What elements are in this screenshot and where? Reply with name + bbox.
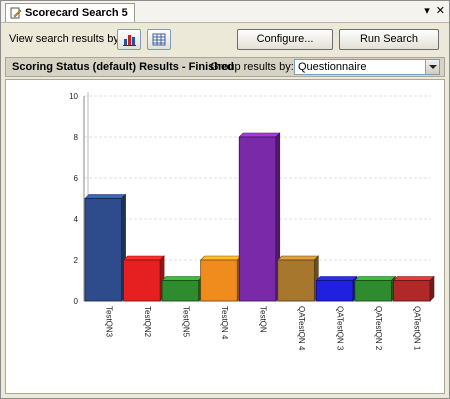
scorecard-window: Scorecard Search 5 ▾ ✕ View search resul… [0, 0, 450, 399]
chart-view-button[interactable] [117, 29, 141, 50]
bar [161, 280, 200, 302]
bar-top [84, 194, 127, 199]
dropdown-arrow-icon[interactable]: ▾ [424, 4, 430, 17]
bar-top [238, 132, 281, 138]
bar-side [429, 275, 435, 302]
view-by-label: View search results by: [9, 33, 122, 45]
document-pencil-icon [10, 7, 22, 19]
close-icon[interactable]: ✕ [436, 4, 445, 17]
tab-scorecard-search[interactable]: Scorecard Search 5 [5, 3, 135, 22]
bar-top [315, 276, 358, 281]
bar-chart-icon [123, 35, 136, 46]
run-search-button[interactable]: Run Search [339, 29, 439, 50]
x-tick-label: TestQN3 [104, 306, 113, 338]
y-tick-label: 4 [74, 215, 79, 224]
bar-top [277, 255, 320, 261]
bar [354, 280, 392, 302]
bar [200, 259, 238, 302]
bar-top [161, 276, 204, 281]
grid-table-icon [152, 33, 166, 46]
x-tick-label: TestQN5 [181, 306, 190, 338]
toolbar: View search results by: Configure... Run… [5, 27, 445, 51]
tab-title: Scorecard Search 5 [25, 7, 128, 19]
x-tick-label: QATestQN 4 [297, 306, 306, 351]
chevron-down-icon[interactable] [425, 60, 439, 74]
bar-chart: 0 2 4 6 8 10 TestQN3 TestQN2 TestQN5 TestQN 4 Test… [69, 92, 435, 351]
bar-top [122, 255, 165, 261]
bar [315, 280, 354, 302]
y-tick-label: 2 [74, 256, 79, 265]
configure-button[interactable]: Configure... [237, 29, 333, 50]
x-tick-label: TestQN2 [143, 306, 152, 338]
x-tick-label: QATestQN 1 [413, 306, 422, 351]
chart-panel: 0 2 4 6 8 10 TestQN3 TestQN2 TestQN5 TestQN 4 Test… [5, 79, 445, 394]
results-header: Scoring Status (default) Results - Finis… [5, 57, 445, 77]
y-tick-label: 0 [74, 297, 79, 306]
bar-top [199, 255, 242, 261]
grid-view-button[interactable] [147, 29, 171, 50]
x-tick-label: QATestQN 2 [374, 306, 383, 351]
group-by-value: Questionnaire [298, 61, 367, 73]
x-tick-label: TestQN 4 [220, 306, 229, 340]
bar [123, 259, 161, 302]
y-tick-label: 8 [74, 133, 79, 142]
y-tick-label: 10 [69, 92, 78, 101]
x-tick-label: QATestQN 3 [336, 306, 345, 351]
y-tick-label: 6 [74, 174, 79, 183]
tab-controls: ▾ ✕ [424, 4, 445, 17]
bar [238, 136, 277, 302]
bar-top [354, 276, 397, 281]
group-by-label: Group results by: r [210, 61, 296, 73]
bar-top [392, 276, 435, 281]
bar [277, 259, 315, 302]
group-by-select[interactable]: Questionnaire [294, 59, 440, 75]
results-title: Scoring Status (default) Results - Finis… [12, 61, 234, 73]
bar [393, 280, 431, 302]
bar [84, 198, 122, 302]
x-tick-label: TestQN [259, 306, 268, 333]
tab-bar: Scorecard Search 5 ▾ ✕ [1, 1, 449, 23]
